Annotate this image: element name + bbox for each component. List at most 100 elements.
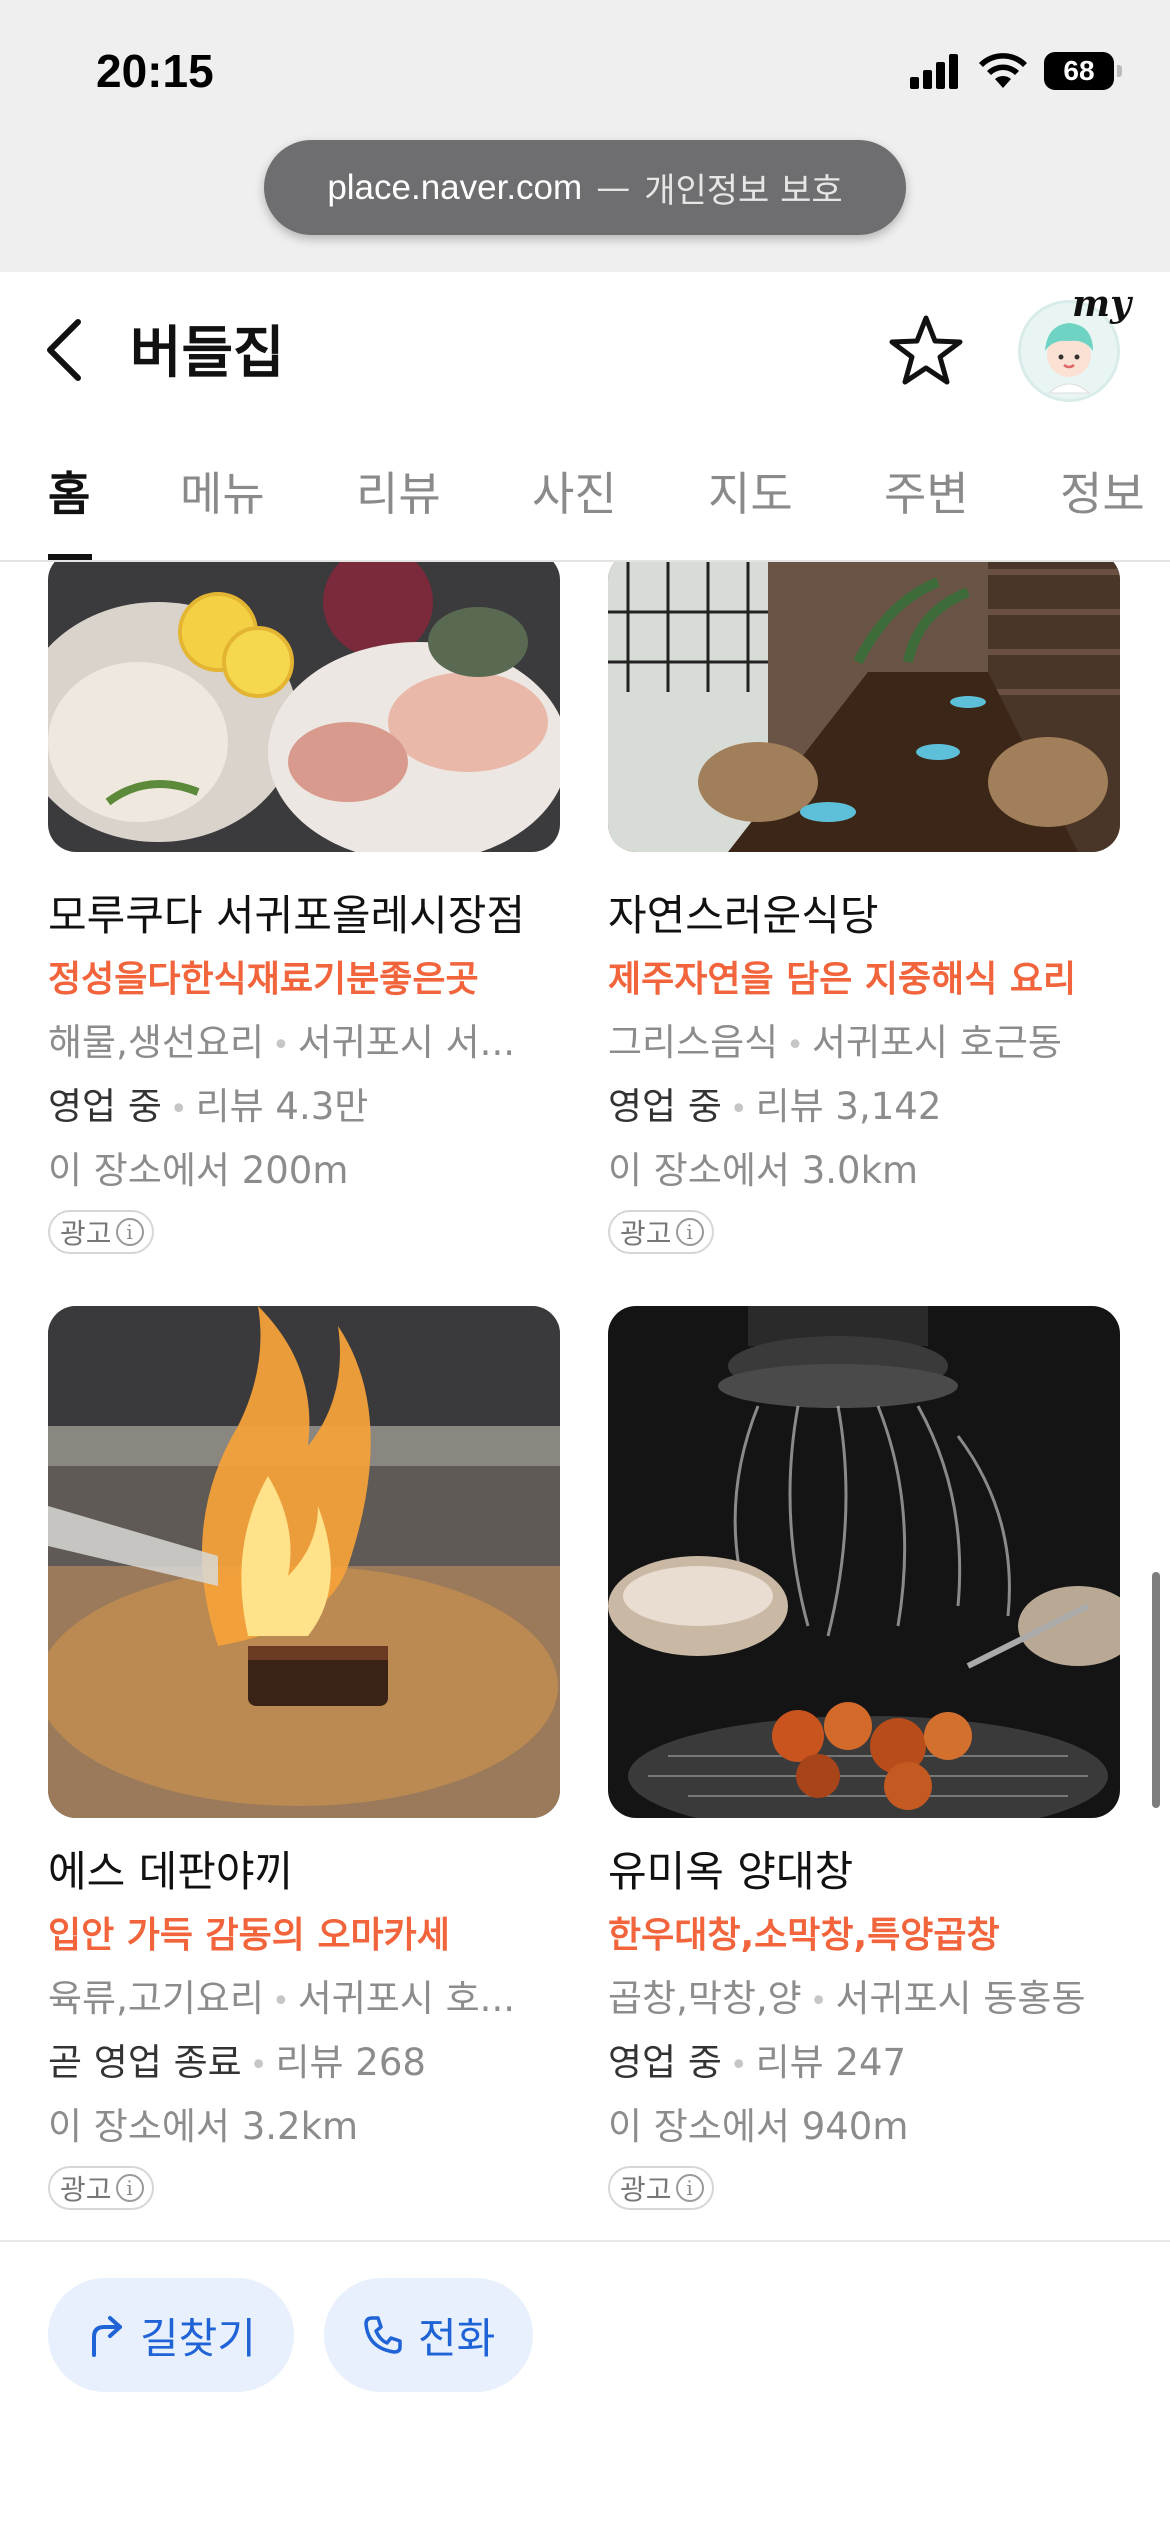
- ad-badge[interactable]: 광고 i: [608, 2166, 714, 2210]
- place-distance: 이 장소에서 3.0km: [608, 1149, 919, 1192]
- place-meta: 그리스음식 • 서귀포시 호근동: [608, 1012, 1120, 1066]
- separator-dot: •: [786, 1028, 804, 1063]
- battery-icon: 68: [1044, 52, 1122, 90]
- page-title: 버들집: [130, 321, 285, 386]
- scrollbar[interactable]: [1152, 1572, 1160, 1808]
- place-name[interactable]: 에스 데판야끼: [48, 1838, 293, 1899]
- place-distance: 이 장소에서 3.2km: [48, 2105, 359, 2148]
- directions-button[interactable]: 길찾기: [48, 2278, 294, 2392]
- tab-home[interactable]: 홈: [48, 458, 90, 524]
- business-status: 영업 중: [48, 1085, 162, 1128]
- place-status-row: 영업 중 • 리뷰 247: [608, 2032, 906, 2086]
- tab-nearby[interactable]: 주변: [884, 458, 969, 524]
- place-location: 서귀포시 호근동: [811, 1021, 1062, 1064]
- info-icon: i: [115, 1218, 144, 1246]
- separator-dot: •: [809, 1984, 828, 2019]
- place-name[interactable]: 자연스러운식당: [608, 882, 878, 943]
- review-count: 리뷰 4.3만: [195, 1085, 369, 1128]
- review-count: 리뷰 3,142: [755, 1085, 942, 1128]
- ad-label: 광고: [620, 2173, 672, 2206]
- place-location: 서귀포시 동홍동: [835, 1977, 1086, 2020]
- separator-dot: •: [249, 2048, 268, 2083]
- place-photo-restaurant[interactable]: [608, 562, 1120, 852]
- place-promo: 제주자연을 담은 지중해식 요리: [608, 959, 1077, 1000]
- ad-badge[interactable]: 광고 i: [48, 1210, 154, 1254]
- call-button[interactable]: 전화: [324, 2278, 534, 2392]
- url-bar[interactable]: place.naver.com — 개인정보 보호: [264, 140, 906, 235]
- chevron-left-icon: [47, 319, 81, 381]
- wifi-icon: [979, 53, 1027, 88]
- place-name[interactable]: 모루쿠다 서귀포올레시장점: [48, 882, 525, 943]
- separator-dot: •: [729, 2048, 748, 2083]
- place-promo: 한우대창,소막창,특양곱창: [608, 1915, 1000, 1956]
- separator-dot: •: [729, 1092, 748, 1127]
- clock: 20:15: [96, 45, 214, 97]
- favorite-button[interactable]: [888, 312, 964, 388]
- ad-label: 광고: [60, 2173, 112, 2206]
- tab-bar: 홈 메뉴 리뷰 사진 지도 주변 정보: [0, 420, 1170, 562]
- privacy-note: 개인정보 보호: [644, 171, 843, 211]
- review-count: 리뷰 247: [755, 2041, 907, 2084]
- my-profile-avatar[interactable]: my: [1018, 283, 1131, 402]
- info-icon: i: [675, 1218, 704, 1246]
- separator-dot: •: [272, 1028, 290, 1063]
- place-status-row: 영업 중 • 리뷰 4.3만: [48, 1076, 368, 1130]
- ad-label: 광고: [620, 1217, 672, 1250]
- place-category: 육류,고기요리: [48, 1977, 265, 2020]
- place-meta: 곱창,막창,양 • 서귀포시 동홍동: [608, 1968, 1120, 2022]
- place-status-row: 영업 중 • 리뷰 3,142: [608, 1076, 941, 1130]
- my-badge: my: [1071, 283, 1131, 325]
- place-photo-teppanyaki[interactable]: [48, 1306, 560, 1818]
- tab-photos[interactable]: 사진: [532, 458, 617, 524]
- tab-map[interactable]: 지도: [708, 458, 793, 524]
- place-location: 서귀포시 호...: [297, 1977, 515, 2020]
- place-status-row: 곧 영업 종료 • 리뷰 268: [48, 2032, 426, 2086]
- cellular-signal-icon: [910, 54, 958, 89]
- place-photo-gopchang[interactable]: [608, 1306, 1120, 1818]
- business-status: 영업 중: [608, 2041, 722, 2084]
- place-category: 그리스음식: [608, 1021, 779, 1064]
- tab-menu[interactable]: 메뉴: [180, 458, 265, 524]
- place-promo: 정성을다한식재료기분좋은곳: [48, 959, 479, 1000]
- place-card[interactable]: 자연스러운식당 제주자연을 담은 지중해식 요리 그리스음식 • 서귀포시 호근동 …: [608, 562, 1120, 1262]
- place-photo-seafood[interactable]: [48, 562, 560, 852]
- star-outline-icon: [889, 315, 963, 385]
- place-promo: 입안 가득 감동의 오마카세: [48, 1915, 450, 1956]
- nearby-recommendations: 모루쿠다 서귀포올레시장점 정성을다한식재료기분좋은곳 해물,생선요리 • 서귀포시…: [0, 562, 1170, 2242]
- ad-badge[interactable]: 광고 i: [48, 2166, 154, 2210]
- ad-label: 광고: [60, 1217, 112, 1250]
- call-label: 전화: [418, 2313, 496, 2363]
- info-icon: i: [115, 2174, 144, 2202]
- place-distance: 이 장소에서 200m: [48, 1149, 349, 1192]
- place-card[interactable]: 에스 데판야끼 입안 가득 감동의 오마카세 육류,고기요리 • 서귀포시 호...…: [48, 1306, 560, 2210]
- url-host: place.naver.com: [327, 167, 583, 207]
- system-icons: 68: [910, 52, 1122, 90]
- flambe-grill-image: [48, 1306, 560, 1818]
- place-location: 서귀포시 서...: [297, 1021, 515, 1064]
- place-meta: 육류,고기요리 • 서귀포시 호...: [48, 1968, 560, 2022]
- bottom-action-bar: 길찾기 전화: [0, 2240, 1170, 2532]
- review-count: 리뷰 268: [275, 2041, 426, 2084]
- place-category: 곱창,막창,양: [608, 1977, 802, 2020]
- business-status: 곧 영업 종료: [48, 2041, 242, 2084]
- info-icon: i: [675, 2174, 704, 2202]
- separator-dot: •: [169, 1092, 188, 1127]
- tab-info[interactable]: 정보: [1060, 458, 1145, 524]
- seafood-platter-image: [48, 562, 560, 852]
- place-name[interactable]: 유미옥 양대창: [608, 1838, 853, 1899]
- phone-icon: [364, 2316, 402, 2354]
- dining-room-image: [608, 562, 1120, 852]
- ad-badge[interactable]: 광고 i: [608, 1210, 714, 1254]
- place-meta: 해물,생선요리 • 서귀포시 서...: [48, 1012, 560, 1066]
- url-separator: —: [596, 167, 631, 208]
- place-category: 해물,생선요리: [48, 1021, 265, 1064]
- place-card[interactable]: 모루쿠다 서귀포올레시장점 정성을다한식재료기분좋은곳 해물,생선요리 • 서귀포시…: [48, 562, 560, 1262]
- back-button[interactable]: [40, 312, 96, 388]
- business-status: 영업 중: [608, 1085, 722, 1128]
- place-distance: 이 장소에서 940m: [608, 2105, 909, 2148]
- directions-label: 길찾기: [140, 2313, 256, 2363]
- place-card[interactable]: 유미옥 양대창 한우대창,소막창,특양곱창 곱창,막창,양 • 서귀포시 동홍동 영…: [608, 1306, 1120, 2210]
- tab-reviews[interactable]: 리뷰: [356, 458, 441, 524]
- status-bar: 20:15 68 place.naver.com — 개인정보 보호: [0, 0, 1170, 272]
- separator-dot: •: [272, 1984, 290, 2019]
